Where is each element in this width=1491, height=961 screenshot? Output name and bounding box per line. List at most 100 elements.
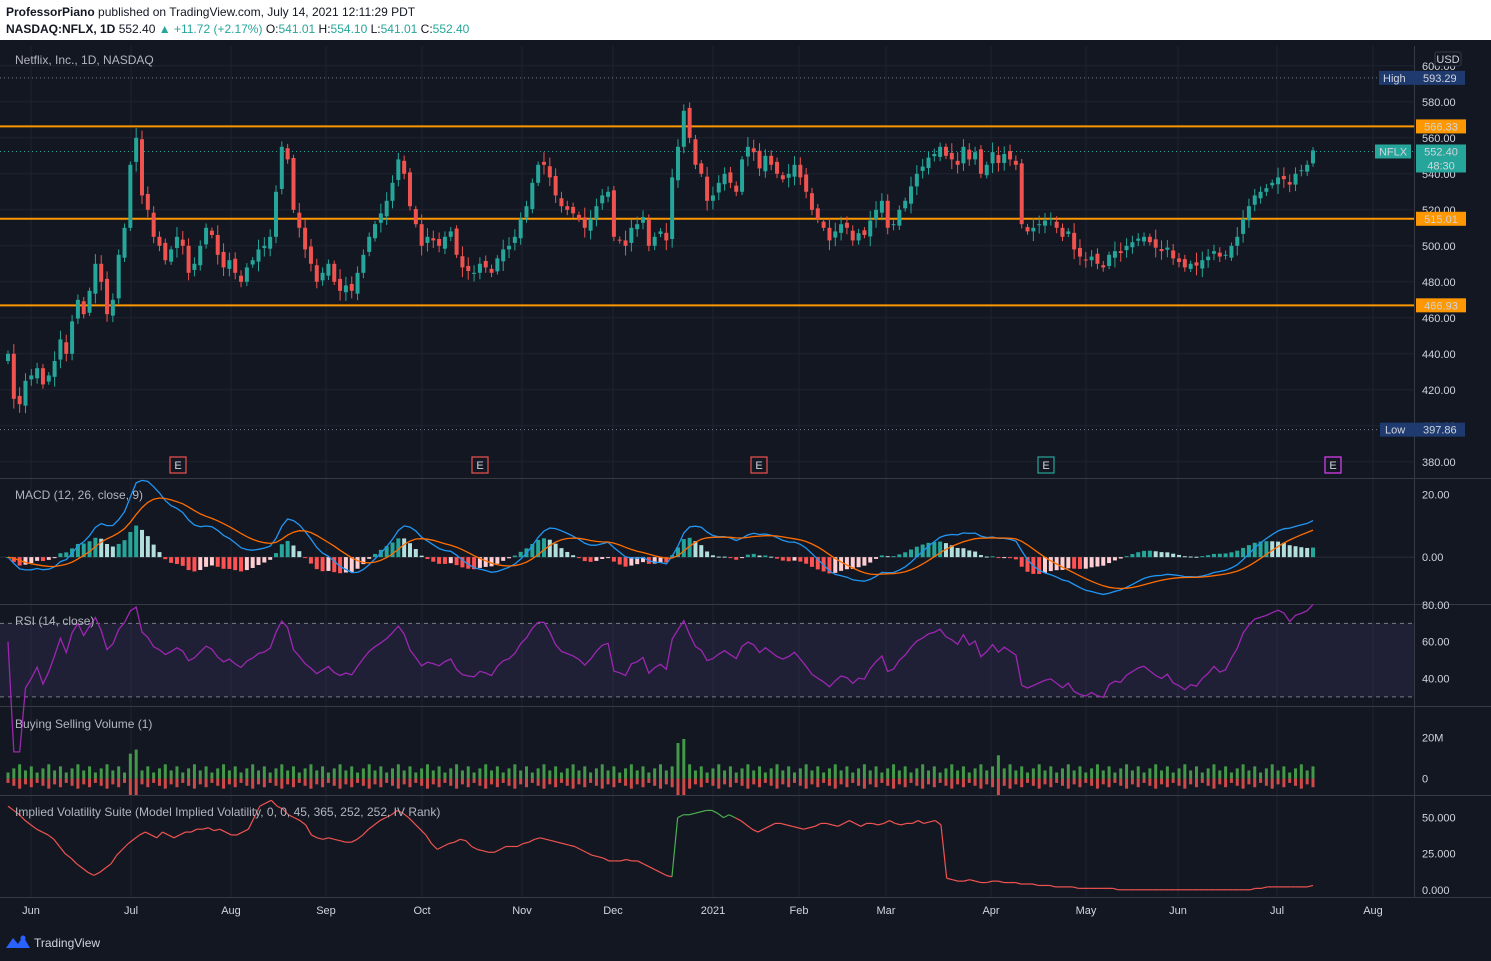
buy-volume-bar xyxy=(1043,770,1047,779)
macd-histogram-bar xyxy=(891,556,896,558)
buy-volume-bar xyxy=(309,764,313,779)
iv-segment xyxy=(626,858,633,862)
sell-volume-bar xyxy=(1200,778,1204,783)
macd-histogram-bar xyxy=(932,542,937,558)
sell-volume-bar xyxy=(787,778,791,788)
macd-histogram-bar xyxy=(221,557,226,569)
sell-volume-bar xyxy=(758,778,762,788)
macd-histogram-bar xyxy=(437,557,442,564)
sell-volume-bar xyxy=(641,778,645,788)
macd-histogram-bar xyxy=(623,557,628,567)
tradingview-logo-icon[interactable] xyxy=(6,934,30,950)
buy-volume-bar xyxy=(210,772,214,779)
buy-volume-bar xyxy=(291,766,295,779)
buy-volume-bar xyxy=(1194,766,1198,779)
macd-histogram-bar xyxy=(1101,557,1106,566)
candle-body xyxy=(512,236,517,243)
sell-volume-bar xyxy=(257,778,261,785)
x-tick-label: Apr xyxy=(982,905,999,917)
iv-segment xyxy=(208,827,215,832)
sell-volume-bar xyxy=(1072,778,1076,785)
iv-segment xyxy=(814,822,822,827)
iv-segment xyxy=(190,828,198,833)
macd-histogram-bar xyxy=(728,557,733,559)
candle-body xyxy=(437,238,442,246)
sell-volume-bar xyxy=(862,778,866,789)
iv-segment xyxy=(654,869,661,874)
macd-histogram-bar xyxy=(903,552,908,558)
sell-volume-bar xyxy=(449,778,453,786)
buy-volume-bar xyxy=(490,770,494,779)
iv-segment xyxy=(70,857,78,865)
candle-body xyxy=(815,208,820,219)
x-tick-label: Jul xyxy=(1270,905,1284,917)
buy-volume-bar xyxy=(286,770,290,779)
candle-body xyxy=(192,263,197,270)
open-value: 541.01 xyxy=(278,22,316,36)
author-name[interactable]: ProfessorPiano xyxy=(6,5,95,19)
buy-volume-bar xyxy=(810,770,814,779)
sell-volume-bar xyxy=(915,778,919,786)
buy-volume-bar xyxy=(886,768,890,779)
sell-volume-bar xyxy=(822,778,826,783)
buy-volume-bar xyxy=(396,764,400,779)
macd-histogram-bar xyxy=(326,557,331,571)
sell-volume-bar xyxy=(1241,778,1245,789)
price-tick-label: 560.00 xyxy=(1422,133,1456,145)
level-price-label: 566.33 xyxy=(1424,121,1458,133)
candle-body xyxy=(879,200,884,213)
sell-volume-bar xyxy=(1212,778,1216,789)
iv-segment xyxy=(99,867,106,873)
chart-area[interactable]: 600.00580.00560.00540.00520.00500.00480.… xyxy=(0,40,1491,928)
buy-volume-bar xyxy=(420,768,424,779)
buy-volume-bar xyxy=(18,764,22,779)
buy-volume-bar xyxy=(134,749,138,779)
macd-histogram-bar xyxy=(157,552,162,558)
candle-body xyxy=(291,157,296,210)
buy-volume-bar xyxy=(926,770,930,779)
macd-histogram-bar xyxy=(139,529,144,558)
candle-body xyxy=(390,182,395,201)
candle-body xyxy=(769,155,774,165)
candle-body xyxy=(483,260,488,268)
macd-histogram-bar xyxy=(1287,545,1292,558)
candle-body xyxy=(530,182,535,210)
sell-volume-bar xyxy=(1270,778,1274,789)
buy-volume-bar xyxy=(111,770,115,779)
buy-volume-bar xyxy=(1229,772,1233,779)
macd-histogram-bar xyxy=(559,548,564,558)
brand-name[interactable]: TradingView xyxy=(34,936,100,950)
candle-body xyxy=(710,195,715,201)
macd-histogram-bar xyxy=(314,557,319,570)
candle-body xyxy=(874,209,879,220)
buy-volume-bar xyxy=(478,768,482,779)
candle-body xyxy=(734,185,739,192)
macd-histogram-bar xyxy=(1066,557,1071,569)
macd-histogram-bar xyxy=(1013,557,1018,560)
sell-volume-bar xyxy=(326,778,330,783)
candle-body xyxy=(1258,191,1263,199)
macd-histogram-bar xyxy=(996,557,1001,559)
sell-volume-bar xyxy=(23,778,27,785)
buy-volume-bar xyxy=(1084,772,1088,779)
buy-volume-bar xyxy=(1119,768,1123,779)
candle-body xyxy=(349,283,354,291)
macd-histogram-bar xyxy=(23,557,28,565)
buy-volume-bar xyxy=(1165,766,1169,779)
buy-volume-bar xyxy=(484,764,488,779)
buy-volume-bar xyxy=(105,764,109,779)
iv-segment xyxy=(734,817,741,822)
buy-volume-bar xyxy=(839,770,843,779)
macd-tick-label: 0.00 xyxy=(1422,552,1443,564)
macd-histogram-bar xyxy=(606,557,611,559)
buy-volume-bar xyxy=(897,770,901,779)
buy-volume-bar xyxy=(303,768,307,779)
sell-volume-bar xyxy=(478,778,482,786)
sell-volume-bar xyxy=(763,778,767,783)
x-tick-label: Feb xyxy=(790,905,809,917)
buy-volume-bar xyxy=(787,766,791,779)
buy-volume-bar xyxy=(944,768,948,779)
buy-volume-bar xyxy=(647,772,651,779)
sell-volume-bar xyxy=(705,778,709,783)
last-price: 552.40 xyxy=(118,22,156,36)
